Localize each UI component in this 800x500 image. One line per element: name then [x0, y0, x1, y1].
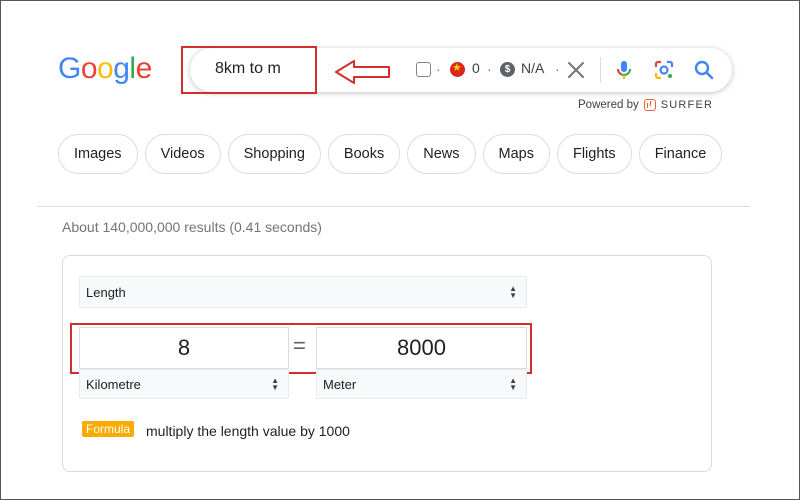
left-arrow-annotation — [335, 60, 390, 84]
unit-type-value: Length — [86, 284, 126, 300]
chip-shopping[interactable]: Shopping — [227, 134, 321, 174]
search-highlight-box — [181, 46, 317, 94]
chip-videos[interactable]: Videos — [144, 134, 221, 174]
clear-icon[interactable] — [564, 58, 588, 82]
to-unit-select[interactable]: Meter ▲ ▼ — [316, 369, 527, 399]
result-stats: About 140,000,000 results (0.41 seconds) — [62, 219, 322, 235]
conversion-highlight-box — [70, 323, 532, 374]
unit-type-select[interactable]: Length ▲ ▼ — [79, 276, 527, 308]
select-arrows-icon: ▲ ▼ — [271, 376, 279, 392]
search-divider — [600, 57, 601, 83]
chip-flights[interactable]: Flights — [556, 134, 632, 174]
select-arrows-icon: ▲ ▼ — [509, 376, 517, 392]
chip-finance[interactable]: Finance — [638, 134, 723, 174]
google-logo[interactable]: Google — [58, 52, 152, 86]
to-unit-value: Meter — [323, 376, 357, 392]
header-divider — [37, 206, 750, 207]
surfer-brand: SURFER — [660, 99, 714, 111]
surfer-logo-icon — [643, 99, 656, 111]
search-filter-chips: Images Videos Shopping Books News Maps F… — [58, 134, 723, 174]
vn-count: 0 — [472, 60, 480, 76]
chip-maps[interactable]: Maps — [482, 134, 550, 174]
vietnam-flag-icon — [450, 61, 465, 77]
chip-books[interactable]: Books — [327, 134, 401, 174]
lens-camera-icon[interactable] — [652, 58, 676, 82]
select-arrows-icon: ▲ ▼ — [509, 284, 517, 300]
formula-badge: Formula — [82, 421, 135, 437]
separator-dot: · — [436, 61, 441, 77]
separator-dot: · — [555, 61, 560, 77]
separator-dot: · — [487, 61, 492, 77]
extension-checkbox[interactable] — [416, 62, 431, 77]
dollar-icon: $ — [500, 62, 515, 77]
chip-images[interactable]: Images — [58, 134, 138, 174]
chip-news[interactable]: News — [407, 134, 476, 174]
from-unit-select[interactable]: Kilometre ▲ ▼ — [79, 369, 289, 399]
formula-text: multiply the length value by 1000 — [146, 423, 350, 439]
powered-by-surfer[interactable]: Powered by SURFER — [578, 99, 713, 111]
from-unit-value: Kilometre — [86, 376, 141, 392]
search-icon[interactable] — [692, 58, 716, 82]
powered-by-label: Powered by — [578, 99, 639, 111]
usd-value: N/A — [521, 60, 545, 76]
microphone-icon[interactable] — [612, 58, 636, 82]
